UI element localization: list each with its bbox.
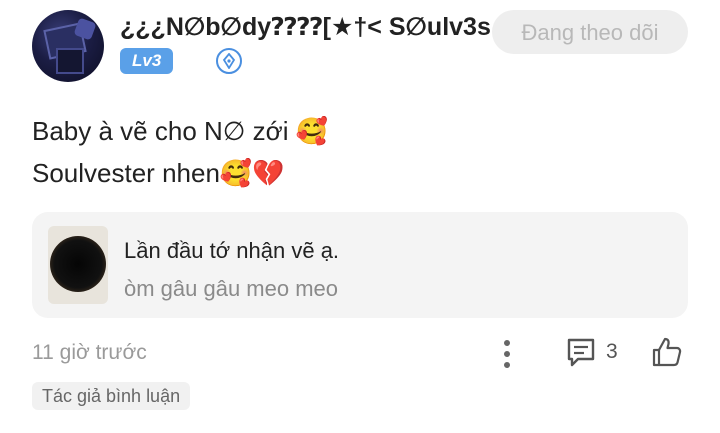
avatar[interactable] (32, 10, 104, 82)
following-button[interactable]: Đang theo dõi (492, 10, 688, 54)
quoted-post-card[interactable]: Lần đầu tớ nhận vẽ ạ. òm gâu gâu meo meo (32, 212, 688, 318)
comment-icon (567, 338, 595, 367)
like-button[interactable] (650, 335, 684, 369)
quoted-post-subtitle: òm gâu gâu meo meo (124, 276, 339, 301)
thumbs-up-icon (652, 337, 682, 367)
comment-count: 3 (606, 340, 618, 363)
comment-line-1: Baby à vẽ cho N∅ zới 🥰 (32, 116, 329, 146)
timestamp: 11 giờ trước (32, 341, 147, 364)
quoted-post-title: Lần đầu tớ nhận vẽ ạ. (124, 238, 340, 263)
level-badge: Lv3 (120, 48, 174, 74)
reply-button[interactable]: 3 (564, 335, 618, 369)
comment-footer: 11 giờ trước 3 (32, 335, 688, 375)
comment-line-2: Soulvester nhen🥰💔 (32, 158, 285, 188)
verified-badge-icon (216, 48, 242, 74)
quoted-post-thumbnail (48, 226, 108, 304)
author-commented-badge: Tác giả bình luận (32, 382, 191, 410)
comment-header: ¿¿¿N∅b∅dy⁇⁇[★†< S∅ulv3s... Lv3 Đang theo… (32, 10, 688, 84)
more-vertical-icon[interactable] (500, 337, 514, 369)
comment-body: Baby à vẽ cho N∅ zới 🥰 Soulvester nhen🥰💔 (32, 110, 328, 194)
username[interactable]: ¿¿¿N∅b∅dy⁇⁇[★†< S∅ulv3s... (120, 12, 520, 42)
